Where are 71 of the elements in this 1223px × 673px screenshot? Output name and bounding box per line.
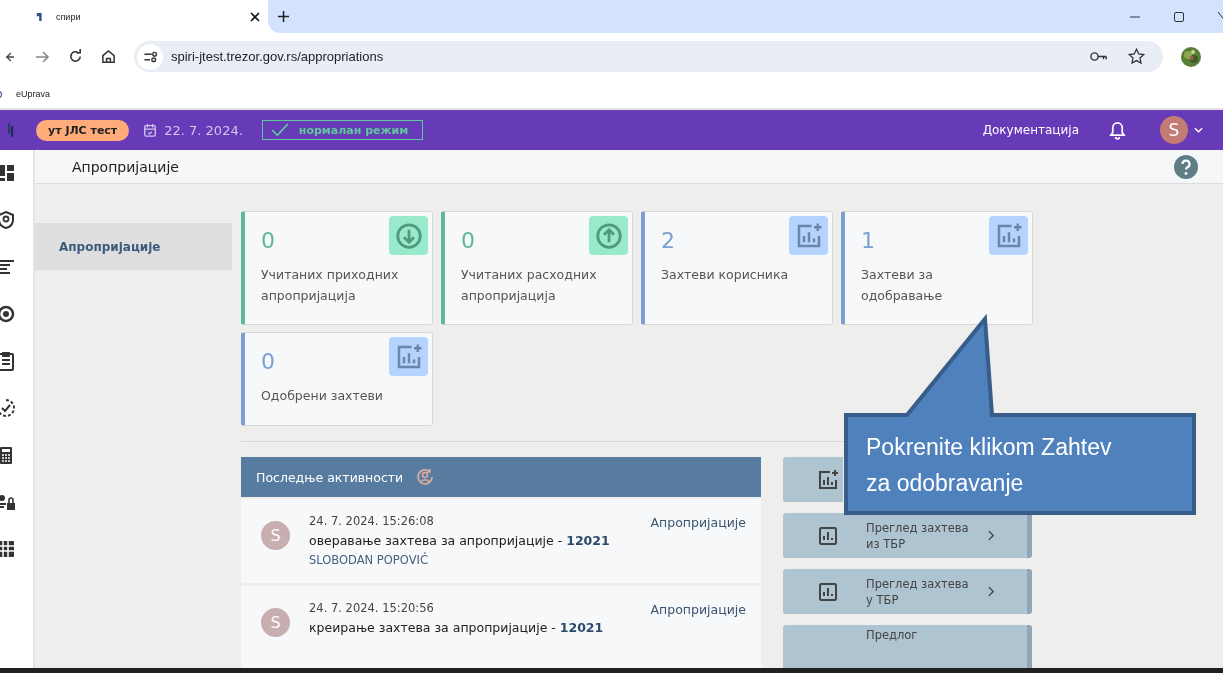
check-icon bbox=[270, 123, 289, 137]
page-icon bbox=[36, 11, 44, 22]
home-icon[interactable] bbox=[101, 49, 116, 64]
user-avatar: S bbox=[261, 521, 290, 550]
list-icon[interactable] bbox=[0, 257, 16, 277]
environment-badge[interactable]: ут ЈЛС тест bbox=[36, 119, 130, 141]
user-lock-icon[interactable] bbox=[0, 492, 16, 512]
stat-value: 0 bbox=[261, 348, 275, 376]
stat-label: Захтеви за одобравање bbox=[861, 266, 944, 305]
stat-card[interactable]: 0 Одобрени захтеви bbox=[241, 332, 433, 426]
help-icon[interactable] bbox=[1174, 154, 1198, 179]
stat-card[interactable]: 2 Захтеви корисника bbox=[641, 211, 833, 325]
address-bar[interactable]: spiri-jtest.trezor.gov.rs/appropriations bbox=[134, 41, 1163, 72]
calendar-icon bbox=[143, 123, 158, 137]
shield-icon[interactable] bbox=[0, 210, 16, 230]
action-button[interactable]: Преглед захтева из ТБР bbox=[783, 513, 1032, 558]
reload-icon[interactable] bbox=[68, 49, 83, 64]
check-circle-icon[interactable] bbox=[0, 398, 16, 418]
arrow-up-icon bbox=[589, 216, 628, 255]
ring-icon[interactable] bbox=[0, 304, 16, 324]
activity-item[interactable]: S 24. 7. 2024. 15:20:56 креирање захтева за апропријације - 12021 Апропријације bbox=[241, 586, 761, 670]
activity-item[interactable]: S 24. 7. 2024. 15:26:08 оверавање захтева за апропријације - 12021 SLOBODAN POPOVIĆ Апропријације bbox=[241, 499, 761, 583]
arrow-down-icon bbox=[389, 216, 428, 255]
documentation-link[interactable]: Документација bbox=[982, 123, 1079, 137]
activity-time: 24. 7. 2024. 15:20:56 bbox=[309, 600, 435, 617]
mode-indicator: нормалан режим bbox=[261, 120, 424, 140]
clipboard-icon[interactable] bbox=[0, 351, 16, 371]
star-icon[interactable] bbox=[1128, 48, 1145, 65]
chart-plus-icon bbox=[816, 467, 840, 492]
stat-card[interactable]: 0 Учитаних расходних апропријација bbox=[441, 211, 633, 325]
activity-text: креирање захтева за апропријације - 12021 bbox=[309, 619, 605, 637]
chevron-right-icon bbox=[988, 530, 995, 541]
stat-label: Учитаних приходних апропријација bbox=[261, 266, 400, 305]
bell-icon[interactable] bbox=[1109, 120, 1126, 140]
chart-plus-icon bbox=[989, 216, 1028, 255]
bookmark[interactable]: eUprava bbox=[0, 88, 51, 100]
page-title: Апропријације bbox=[72, 158, 179, 175]
key-icon[interactable] bbox=[1090, 51, 1108, 62]
date-text: 22. 7. 2024. bbox=[164, 122, 243, 138]
activity-user: SLOBODAN POPOVIĆ bbox=[309, 551, 429, 569]
activity-module: Апропријације bbox=[650, 515, 746, 530]
dashboard-icon[interactable] bbox=[0, 163, 16, 183]
stat-label: Одобрени захтеви bbox=[261, 387, 384, 405]
site-settings-icon[interactable] bbox=[137, 43, 163, 70]
stat-label: Захтеви корисника bbox=[661, 266, 790, 284]
panel-title: Последње активности bbox=[256, 469, 404, 485]
action-button[interactable]: Преглед захтева у ТБР bbox=[783, 569, 1032, 614]
grid-icon[interactable] bbox=[0, 539, 16, 559]
stat-value: 2 bbox=[661, 227, 675, 255]
stat-value: 0 bbox=[261, 227, 275, 255]
maximize-icon[interactable] bbox=[1173, 10, 1185, 23]
stat-value: 0 bbox=[461, 227, 475, 255]
plus-icon[interactable] bbox=[278, 11, 289, 22]
chevron-down-icon[interactable] bbox=[1194, 127, 1203, 133]
chevron-right-icon bbox=[988, 586, 995, 597]
tooltip-text: Pokrenite klikom Zahtev za odobravanje bbox=[866, 433, 1113, 498]
stat-label: Учитаних расходних апропријација bbox=[461, 266, 598, 305]
stat-card[interactable]: 0 Учитаних приходних апропријација bbox=[241, 211, 433, 325]
stat-value: 1 bbox=[861, 227, 875, 255]
action-button[interactable]: Предлог bbox=[783, 625, 1032, 670]
action-button[interactable] bbox=[783, 457, 843, 502]
user-avatar: S bbox=[261, 608, 290, 637]
activity-time: 24. 7. 2024. 15:26:08 bbox=[309, 513, 435, 530]
chart-plus-icon bbox=[389, 337, 428, 376]
activity-text: оверавање захтева за апропријације - 12021 bbox=[309, 532, 611, 550]
stat-card[interactable]: 1 Захтеви за одобравање bbox=[841, 211, 1033, 325]
forward-icon[interactable] bbox=[34, 48, 50, 65]
sidebar-item[interactable]: Апропријације bbox=[35, 223, 232, 270]
tab-title: спири bbox=[56, 11, 82, 22]
chart-plus-icon bbox=[789, 216, 828, 255]
activity-module: Апропријације bbox=[650, 602, 746, 617]
